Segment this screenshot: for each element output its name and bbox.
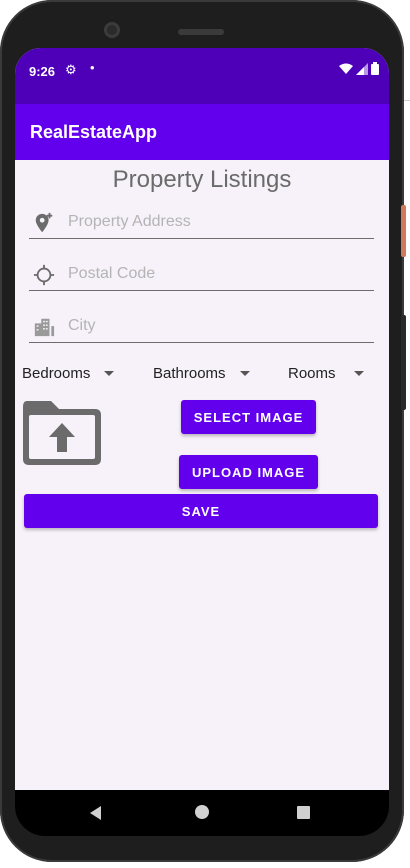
- city-input[interactable]: [66, 312, 370, 340]
- recent-apps-icon[interactable]: [297, 806, 310, 819]
- save-button[interactable]: SAVE: [24, 494, 378, 528]
- cell-signal-icon: [356, 62, 368, 75]
- status-icons: [339, 62, 379, 75]
- wifi-icon: [339, 63, 353, 74]
- window-edge: [404, 100, 410, 131]
- gps-target-icon: [33, 264, 55, 286]
- power-button: [401, 205, 406, 257]
- postal-code-field[interactable]: [29, 258, 374, 291]
- add-location-icon: [35, 212, 53, 233]
- postal-code-input[interactable]: [66, 260, 370, 288]
- screen: 9:26 ⚙ • RealEstateApp Property Listings: [15, 48, 389, 790]
- dropdown-arrow-icon: [353, 370, 364, 376]
- page-title: Property Listings: [112, 166, 292, 193]
- rooms-spinner[interactable]: Rooms: [288, 361, 364, 385]
- app-title: RealEstateApp: [30, 122, 158, 142]
- dropdown-arrow-icon: [104, 370, 115, 376]
- back-icon[interactable]: [90, 806, 101, 820]
- city-field[interactable]: [29, 310, 374, 343]
- app-bar: RealEstateApp: [15, 104, 389, 160]
- status-bar: 9:26 ⚙ •: [15, 48, 389, 104]
- navigation-bar: [15, 790, 389, 836]
- city-buildings-icon: [34, 318, 55, 337]
- dropdown-arrow-icon: [239, 370, 250, 376]
- front-camera: [104, 22, 120, 38]
- battery-icon: [371, 62, 379, 75]
- bathrooms-spinner[interactable]: Bathrooms: [153, 361, 250, 385]
- address-field[interactable]: [29, 206, 374, 239]
- volume-button: [401, 315, 406, 410]
- select-image-button[interactable]: SELECT IMAGE: [181, 400, 316, 434]
- rooms-spinner-label: Rooms: [288, 364, 336, 382]
- folder-upload-icon: [23, 401, 101, 465]
- upload-image-button[interactable]: UPLOAD IMAGE: [179, 455, 318, 489]
- bedrooms-spinner[interactable]: Bedrooms: [22, 361, 115, 385]
- status-time: 9:26: [29, 64, 56, 79]
- settings-gear-icon: ⚙: [65, 62, 77, 77]
- bathrooms-spinner-label: Bathrooms: [153, 364, 226, 382]
- notification-dot-icon: •: [90, 60, 95, 75]
- address-input[interactable]: [66, 208, 370, 236]
- bedrooms-spinner-label: Bedrooms: [22, 364, 91, 382]
- earpiece-speaker: [178, 29, 224, 35]
- home-icon[interactable]: [195, 805, 209, 819]
